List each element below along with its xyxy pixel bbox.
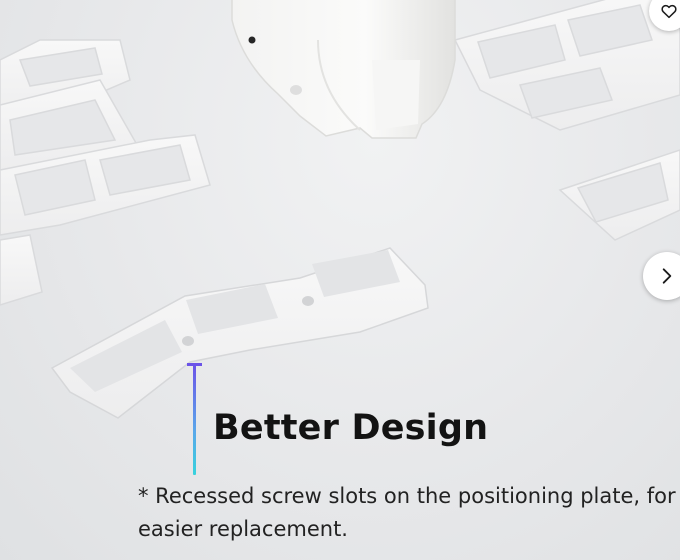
positioning-plate	[50, 247, 429, 419]
plate-top-right	[453, 0, 680, 241]
callout-accent-line	[193, 365, 196, 475]
chevron-right-icon	[662, 268, 672, 284]
product-photo	[0, 0, 680, 560]
keyboard-plates-illustration	[0, 0, 680, 419]
3d-printed-holder	[231, 0, 456, 139]
feature-title: Better Design	[213, 408, 489, 448]
plate-top-left	[0, 39, 211, 306]
feature-description: * Recessed screw slots on the positionin…	[138, 484, 676, 541]
heart-icon	[661, 4, 677, 19]
